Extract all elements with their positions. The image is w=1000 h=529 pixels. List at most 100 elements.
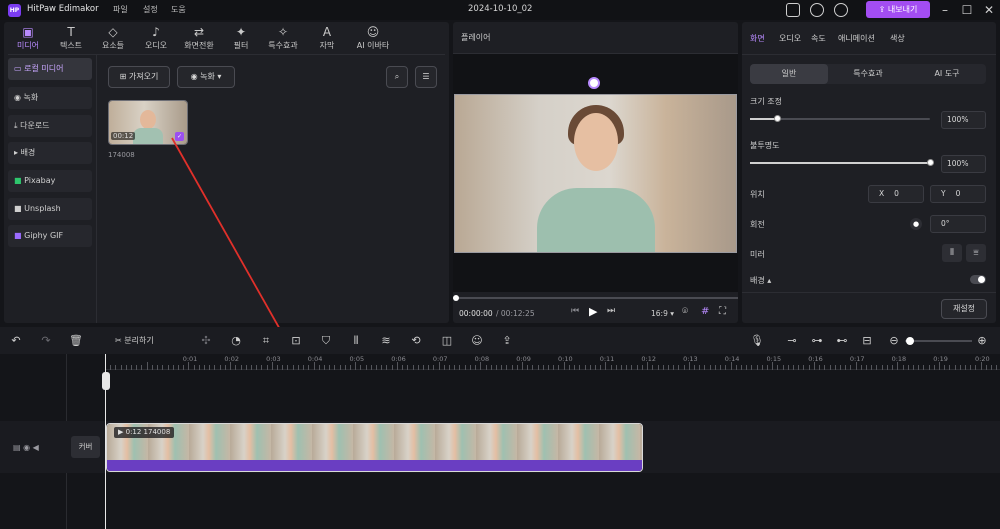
tool-audio[interactable]: ♪ 오디오	[136, 25, 176, 55]
rotation-dial-icon[interactable]: ●	[910, 218, 922, 230]
video-frame[interactable]	[454, 94, 737, 253]
tool-filters[interactable]: ✦ 필터	[221, 25, 261, 55]
prev-frame-icon[interactable]: ⏮	[571, 306, 579, 316]
sidebar-item-download[interactable]: ⤓ 다운로드	[8, 115, 92, 137]
menu-help[interactable]: 도움	[171, 4, 186, 15]
playback-progress-bar[interactable]	[453, 297, 738, 299]
sidebar-item-giphy[interactable]: ■ Giphy GIF	[8, 225, 92, 247]
tab-screen[interactable]: 화면	[750, 33, 765, 44]
speaker-icon[interactable]: ◀	[33, 443, 39, 452]
snap-icon[interactable]: ⊶	[810, 334, 824, 348]
fullscreen-icon[interactable]: ⛶	[719, 306, 726, 317]
app-logo: HP	[8, 4, 21, 17]
scale-slider-knob[interactable]	[774, 115, 781, 122]
reverse-icon[interactable]: ⟲	[409, 334, 423, 348]
background-toggle[interactable]	[970, 275, 986, 284]
tab-speed[interactable]: 속도	[811, 33, 826, 44]
face-icon[interactable]: ☺	[470, 334, 484, 348]
freeze-icon[interactable]: ✣	[199, 334, 213, 348]
opacity-slider-knob[interactable]	[927, 159, 934, 166]
link-icon[interactable]: ⊸	[785, 334, 799, 348]
account-icon[interactable]	[834, 3, 848, 17]
segment-general[interactable]: 일반	[750, 64, 828, 84]
sort-button[interactable]: ☰	[415, 66, 437, 88]
magnet-icon[interactable]: ⊷	[835, 334, 849, 348]
convert-icon[interactable]: ⇪	[500, 334, 514, 348]
close-button[interactable]: ✕	[981, 2, 997, 18]
import-button[interactable]: ⊞ 가져오기	[108, 66, 170, 88]
ruler-tick-label: 0:04	[307, 355, 323, 363]
cover-button[interactable]: 커버	[71, 436, 100, 458]
tool-ai-avatar[interactable]: ☺ AI 이바타	[350, 25, 396, 55]
crop-icon[interactable]: ⌗	[259, 334, 273, 348]
rotate-handle[interactable]	[588, 77, 600, 89]
aspect-ratio-select[interactable]: 16:9 ▾	[651, 309, 674, 318]
sidebar-item-record[interactable]: ◉ 녹화	[8, 87, 92, 109]
minimize-button[interactable]: –	[937, 2, 953, 18]
rotation-value-field[interactable]: 0°	[930, 215, 986, 233]
tool-text[interactable]: T 텍스트	[51, 25, 91, 55]
flip-vertical-icon[interactable]: ⩸	[966, 244, 986, 262]
fit-icon[interactable]: ⊟	[860, 334, 874, 348]
maximize-button[interactable]: ☐	[959, 2, 975, 18]
download-icon[interactable]	[810, 3, 824, 17]
export-frame-icon[interactable]: ⊡	[289, 334, 303, 348]
sidebar-item-unsplash[interactable]: ■ Unsplash	[8, 198, 92, 220]
playhead-knob[interactable]	[453, 295, 459, 301]
zoom-slider-knob[interactable]	[906, 337, 914, 345]
adjust-icon[interactable]: ≋	[379, 334, 393, 348]
ruler-tick	[553, 365, 555, 370]
search-button[interactable]: ⌕	[386, 66, 408, 88]
play-icon[interactable]: ▶	[589, 305, 597, 318]
timeline-ruler[interactable]: 0:01 0:02 0:03 0:04 0:05 0:06 0:07 0:08 0:09 0:10…	[105, 354, 1000, 370]
tab-color[interactable]: 색상	[890, 33, 905, 44]
scale-value-field[interactable]: 100%	[941, 111, 986, 129]
position-y-field[interactable]: Y0	[930, 185, 986, 203]
ruler-tick	[136, 365, 138, 370]
flip-horizontal-icon[interactable]: ⫴	[942, 244, 962, 262]
segment-effects[interactable]: 특수효과	[828, 64, 908, 84]
export-button[interactable]: ⇪ 내보내기	[866, 1, 930, 18]
ai-icon[interactable]: ◫	[440, 334, 454, 348]
menu-file[interactable]: 파일	[113, 4, 128, 15]
speed-icon[interactable]: ◔	[229, 334, 243, 348]
delete-icon[interactable]: 🗑	[69, 334, 83, 348]
tool-transitions[interactable]: ⇄ 화면전환	[179, 25, 219, 55]
lock-icon[interactable]: ▤	[13, 443, 23, 452]
opacity-value-field[interactable]: 100%	[941, 155, 986, 173]
tool-elements[interactable]: ◇ 요소들	[93, 25, 133, 55]
sidebar-divider	[96, 55, 97, 323]
segment-ai-tools[interactable]: AI 도구	[908, 64, 986, 84]
mask-icon[interactable]: ⛉	[319, 334, 333, 348]
grid-icon[interactable]: #	[701, 306, 709, 317]
reset-button[interactable]: 재설정	[941, 299, 987, 319]
mirror-icon[interactable]: ⫴	[349, 334, 363, 348]
tool-media[interactable]: ▣ 미디어	[8, 25, 48, 55]
next-frame-icon[interactable]: ⏭	[607, 306, 615, 316]
ruler-tick	[230, 362, 232, 370]
tab-animation[interactable]: 애니메이션	[838, 33, 875, 44]
zoom-in-icon[interactable]: ⊕	[975, 334, 989, 348]
undo-icon[interactable]: ↶	[9, 334, 23, 348]
microphone-icon[interactable]: 🎙	[750, 334, 764, 348]
zoom-out-icon[interactable]: ⊖	[887, 334, 901, 348]
position-x-field[interactable]: X0	[868, 185, 924, 203]
tab-audio[interactable]: 오디오	[779, 33, 801, 44]
opacity-slider[interactable]	[750, 162, 930, 164]
redo-icon[interactable]: ↷	[39, 334, 53, 348]
menu-settings[interactable]: 설정	[143, 4, 158, 15]
playhead-handle[interactable]	[102, 372, 110, 390]
ruler-tick	[516, 365, 518, 370]
eye-icon[interactable]: ◉	[23, 443, 33, 452]
snapshot-icon[interactable]: ⌾	[682, 306, 688, 317]
tool-subtitles[interactable]: A 자막	[307, 25, 347, 55]
feedback-icon[interactable]	[786, 3, 800, 17]
record-dropdown[interactable]: ◉ 녹화 ▾	[177, 66, 235, 88]
sidebar-item-pixabay[interactable]: ■ Pixabay	[8, 170, 92, 192]
timeline-video-clip[interactable]: ▶ 0:12 174008	[106, 423, 643, 472]
sidebar-item-background[interactable]: ▸ 배경	[8, 142, 92, 164]
zoom-slider[interactable]	[905, 340, 972, 342]
split-button[interactable]: ✂ 분리하기	[115, 334, 175, 348]
sidebar-item-local-media[interactable]: ▭ 로컬 미디어	[8, 58, 92, 80]
tool-effects[interactable]: ✧ 특수효과	[263, 25, 303, 55]
